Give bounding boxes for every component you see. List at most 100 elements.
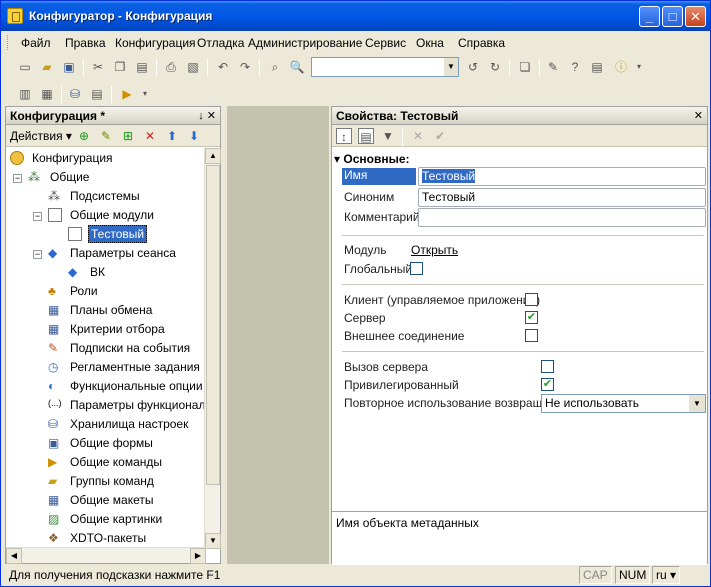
sort-alpha-icon[interactable]: ↕ xyxy=(336,128,352,144)
scroll-thumb[interactable] xyxy=(206,165,220,485)
filter-icon[interactable]: ▼ xyxy=(380,128,396,144)
collapse-icon[interactable]: − xyxy=(33,250,42,259)
copy-icon[interactable]: ❐ xyxy=(112,59,128,75)
tree-horizontal-scrollbar[interactable]: ◀ ▶ xyxy=(6,547,206,564)
cut-icon[interactable]: ✂ xyxy=(90,59,106,75)
tree-item-command-groups[interactable]: ▰ Группы команд xyxy=(48,473,156,492)
windows-icon[interactable]: ❏ xyxy=(517,59,533,75)
menu-edit[interactable]: Правка xyxy=(65,36,106,50)
comment-field[interactable] xyxy=(418,208,706,227)
config-tree-icon[interactable]: ▥ xyxy=(17,86,33,102)
copy-item-icon[interactable]: ⊞ xyxy=(120,128,136,144)
module-icon xyxy=(48,207,62,222)
open-folder-icon[interactable]: ▰ xyxy=(39,59,55,75)
synonym-field[interactable]: Тестовый xyxy=(418,188,706,207)
tree-item-subsystems[interactable]: ⁂ Подсистемы xyxy=(48,188,142,207)
tree-item-filter-criteria[interactable]: ▦ Критерии отбора xyxy=(48,321,167,340)
menu-administration[interactable]: Администрирование xyxy=(248,36,362,50)
reuse-select[interactable]: Не использовать ▼ xyxy=(541,394,706,413)
find-in-icon[interactable]: ⌕ xyxy=(267,59,283,75)
minimize-button[interactable]: _ xyxy=(639,6,660,27)
menu-file[interactable]: Файл xyxy=(21,36,51,50)
save-icon[interactable]: ▣ xyxy=(61,59,77,75)
tree-item-roles[interactable]: ♣ Роли xyxy=(48,283,100,302)
run-more-icon[interactable]: ▾ xyxy=(137,86,153,102)
tree-item-functional-params[interactable]: (...) Параметры функциональн xyxy=(48,397,206,416)
actions-dropdown[interactable]: Действия ▾ xyxy=(10,129,72,143)
info-icon[interactable]: ⓘ xyxy=(613,59,629,75)
privileged-checkbox[interactable]: ✔ xyxy=(541,378,554,391)
server-checkbox[interactable]: ✔ xyxy=(525,311,538,324)
properties-close-button[interactable]: ✕ xyxy=(694,109,703,122)
tree-item-common-forms[interactable]: ▣ Общие формы xyxy=(48,435,155,454)
menu-service[interactable]: Сервис xyxy=(365,36,406,50)
tree-item-common-commands[interactable]: ▶ Общие команды xyxy=(48,454,164,473)
panel-header-buttons[interactable]: ↓ ✕ xyxy=(198,109,216,122)
title-bar[interactable]: Конфигуратор - Конфигурация _ □ ✕ xyxy=(1,1,710,31)
search-icon[interactable]: 🔍 xyxy=(289,59,305,75)
maximize-button[interactable]: □ xyxy=(662,6,683,27)
tree-item-xdto-packages[interactable]: ❖ XDTO-пакеты xyxy=(48,530,148,548)
search-combo[interactable]: ▼ xyxy=(311,57,459,77)
tree-item-exchange-plans[interactable]: ▦ Планы обмена xyxy=(48,302,154,321)
move-down-icon[interactable]: ⬇ xyxy=(186,128,202,144)
scroll-down-icon[interactable]: ▼ xyxy=(205,533,221,549)
global-checkbox[interactable] xyxy=(410,262,423,275)
tree-item-common-modules[interactable]: Общие модули xyxy=(48,207,156,226)
menu-help[interactable]: Справка xyxy=(458,36,505,50)
menu-configuration[interactable]: Конфигурация xyxy=(115,36,196,50)
undo-icon[interactable]: ↶ xyxy=(215,59,231,75)
tree-vertical-scrollbar[interactable]: ▲ ▼ xyxy=(204,148,221,549)
object-list-icon[interactable]: ▤ xyxy=(89,86,105,102)
database-icon[interactable]: ⛁ xyxy=(67,86,83,102)
collapse-icon[interactable]: − xyxy=(33,212,42,221)
scroll-up-icon[interactable]: ▲ xyxy=(205,148,221,164)
tree-item-settings-storages[interactable]: ⛁ Хранилища настроек xyxy=(48,416,190,435)
menu-windows[interactable]: Окна xyxy=(416,36,444,50)
client-checkbox[interactable] xyxy=(525,293,538,306)
find-previous-icon[interactable]: ↺ xyxy=(465,59,481,75)
group-categories-icon[interactable]: ▤ xyxy=(358,128,374,144)
move-up-icon[interactable]: ⬆ xyxy=(164,128,180,144)
toolbar-more-icon[interactable]: ▾ xyxy=(631,59,647,75)
server-call-checkbox[interactable] xyxy=(541,360,554,373)
tree-item-common-templates[interactable]: ▦ Общие макеты xyxy=(48,492,156,511)
name-field[interactable]: Тестовый xyxy=(418,167,706,186)
tree-item-common[interactable]: ⁂ Общие xyxy=(28,169,91,188)
scroll-right-icon[interactable]: ▶ xyxy=(190,548,206,564)
chevron-down-icon[interactable]: ▼ xyxy=(689,395,705,412)
run-debug-icon[interactable]: ▶ xyxy=(119,86,135,102)
help-search-icon[interactable]: ? xyxy=(567,59,583,75)
new-file-icon[interactable]: ▭ xyxy=(17,59,33,75)
scroll-left-icon[interactable]: ◀ xyxy=(6,548,22,564)
open-module-link[interactable]: Открыть xyxy=(411,243,458,257)
tree-item-event-subscriptions[interactable]: ✎ Подписки на события xyxy=(48,340,192,359)
menu-debug[interactable]: Отладка xyxy=(197,36,244,50)
external-connection-checkbox[interactable] xyxy=(525,329,538,342)
print-preview-icon[interactable]: ▧ xyxy=(185,59,201,75)
tree-item-test-module[interactable]: Тестовый xyxy=(68,224,148,245)
syntax-helper-icon[interactable]: ▤ xyxy=(589,59,605,75)
tree-item-scheduled-jobs[interactable]: ◷ Регламентные задания xyxy=(48,359,202,378)
tree-item-common-pictures[interactable]: ▨ Общие картинки xyxy=(48,511,164,530)
language-indicator[interactable]: ru ▾ xyxy=(652,566,681,584)
redo-icon[interactable]: ↷ xyxy=(237,59,253,75)
edit-icon[interactable]: ✎ xyxy=(98,128,114,144)
wizard-icon[interactable]: ✎ xyxy=(545,59,561,75)
clear-icon[interactable]: ✕ xyxy=(410,128,426,144)
tree-item-session-params[interactable]: ◆ Параметры сеанса xyxy=(48,245,178,264)
collapse-icon[interactable]: − xyxy=(13,174,22,183)
apply-icon[interactable]: ✔ xyxy=(432,128,448,144)
paste-icon[interactable]: ▤ xyxy=(134,59,150,75)
find-next-icon[interactable]: ↻ xyxy=(487,59,503,75)
close-button[interactable]: ✕ xyxy=(685,6,706,27)
print-icon[interactable]: ⎙ xyxy=(163,59,179,75)
compare-icon[interactable]: ▦ xyxy=(39,86,55,102)
add-icon[interactable]: ⊕ xyxy=(76,128,92,144)
tree-item-configuration[interactable]: Конфигурация xyxy=(10,150,115,169)
tree-item-functional-options[interactable]: ◐ Функциональные опции xyxy=(48,378,205,397)
tree-item-vk[interactable]: ◆ ВК xyxy=(68,264,107,283)
chevron-down-icon[interactable]: ▼ xyxy=(444,58,458,76)
delete-icon[interactable]: ✕ xyxy=(142,128,158,144)
section-main-header[interactable]: ▾ Основные: xyxy=(334,152,410,166)
